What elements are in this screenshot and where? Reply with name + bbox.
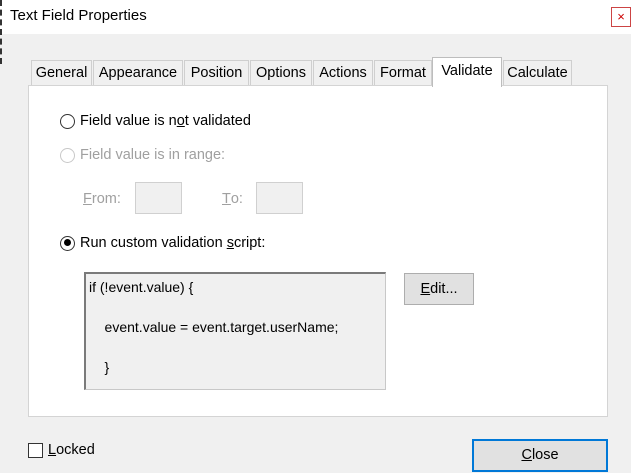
- tab-calculate[interactable]: Calculate: [503, 60, 572, 86]
- to-label: To:: [222, 191, 243, 207]
- in-range-label: Field value is in range:: [80, 147, 226, 163]
- text-field-properties-dialog: Text Field Properties × General Appearan…: [0, 0, 631, 473]
- tab-format[interactable]: Format: [374, 60, 432, 86]
- edit-script-button[interactable]: Edit...: [404, 273, 474, 305]
- from-label: From:: [83, 191, 121, 207]
- title-bar: Text Field Properties ×: [0, 0, 631, 64]
- option-not-validated[interactable]: Field value is not validated: [60, 113, 251, 129]
- window-edge: [0, 0, 2, 64]
- locked-option[interactable]: Locked: [28, 442, 95, 458]
- not-validated-radio[interactable]: [60, 113, 75, 129]
- locked-checkbox[interactable]: [28, 442, 43, 458]
- custom-script-label: Run custom validation script:: [80, 235, 266, 251]
- script-line: [89, 297, 385, 317]
- to-input: [256, 182, 303, 214]
- window-title: Text Field Properties: [10, 7, 147, 24]
- tab-actions[interactable]: Actions: [313, 60, 373, 86]
- tab-position[interactable]: Position: [184, 60, 249, 86]
- tab-general[interactable]: General: [31, 60, 92, 86]
- script-line: [89, 337, 385, 357]
- validate-panel: Field value is not validated Field value…: [28, 85, 608, 417]
- option-custom-script[interactable]: Run custom validation script:: [60, 235, 265, 251]
- script-line: if (!event.value) {: [89, 279, 194, 295]
- tab-appearance[interactable]: Appearance: [93, 60, 183, 86]
- validation-script-preview: if (!event.value) { event.value = event.…: [84, 272, 386, 390]
- from-input: [135, 182, 182, 214]
- option-in-range: Field value is in range:: [60, 147, 225, 163]
- locked-label: Locked: [48, 442, 95, 458]
- custom-script-radio[interactable]: [60, 235, 75, 251]
- in-range-radio: [60, 147, 75, 163]
- tab-options[interactable]: Options: [250, 60, 312, 86]
- script-line: }: [89, 359, 110, 375]
- not-validated-label: Field value is not validated: [80, 113, 251, 129]
- close-window-icon[interactable]: ×: [611, 7, 631, 27]
- script-line: event.value = event.target.userName;: [89, 319, 339, 335]
- close-button[interactable]: Close: [472, 439, 608, 472]
- tab-validate[interactable]: Validate: [432, 57, 502, 87]
